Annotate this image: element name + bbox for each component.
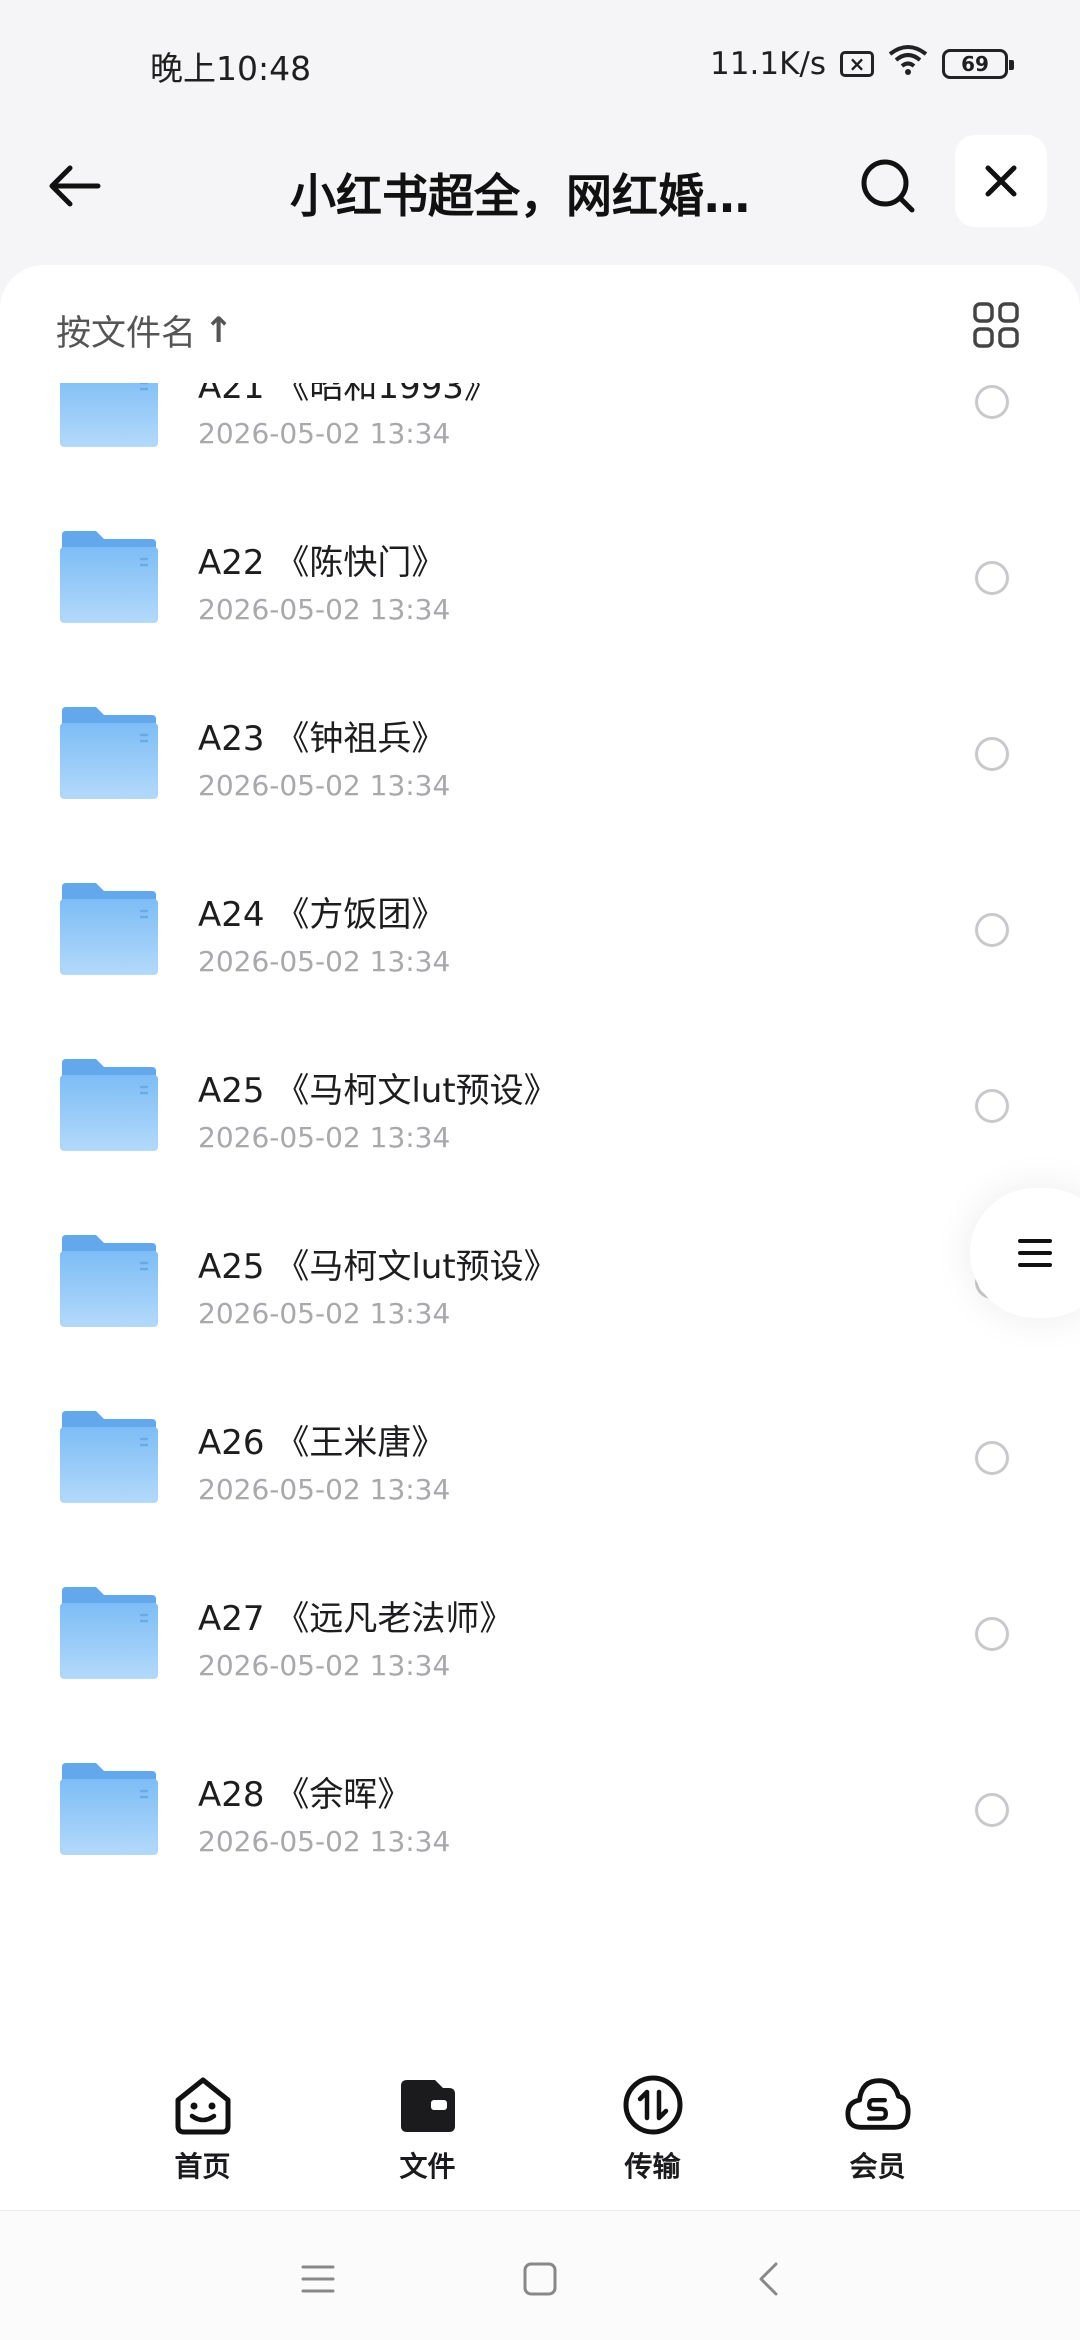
file-date: 2026-05-02 13:34 bbox=[198, 1473, 451, 1506]
sort-label: 按文件名 bbox=[56, 314, 197, 354]
nav-transfer-label: 传输 bbox=[624, 2150, 681, 2183]
file-row[interactable]: A28 《余晖》 2026-05-02 13:34 bbox=[0, 1721, 1080, 1897]
status-time: 晚上10:48 bbox=[150, 49, 312, 88]
folder-icon bbox=[58, 1585, 160, 1679]
back-button[interactable] bbox=[38, 150, 110, 222]
select-radio[interactable] bbox=[975, 1089, 1009, 1123]
search-icon bbox=[861, 159, 915, 213]
nav-vip[interactable]: 会员 bbox=[803, 2071, 953, 2210]
no-sim-icon: × bbox=[840, 51, 874, 77]
wallet-folder-icon bbox=[394, 2071, 462, 2139]
file-date: 2026-05-02 13:34 bbox=[198, 1825, 451, 1858]
select-radio[interactable] bbox=[975, 561, 1009, 595]
status-icons: 11.1K/s × 69 bbox=[710, 44, 1014, 84]
select-radio[interactable] bbox=[975, 1441, 1009, 1475]
folder-icon bbox=[58, 1761, 160, 1855]
battery-icon: 69 bbox=[942, 49, 1014, 79]
folder-icon bbox=[58, 1057, 160, 1151]
file-date: 2026-05-02 13:34 bbox=[198, 1297, 451, 1330]
folder-icon bbox=[58, 1409, 160, 1503]
header: 小红书超全，网红婚礼... bbox=[0, 130, 1080, 270]
menu-lines-icon bbox=[1018, 1239, 1052, 1267]
menu-icon bbox=[301, 2265, 335, 2293]
file-date: 2026-05-02 13:34 bbox=[198, 945, 451, 978]
file-name: A27 《远凡老法师》 bbox=[198, 1599, 514, 1639]
battery-level: 69 bbox=[961, 52, 989, 76]
file-date: 2026-05-02 13:34 bbox=[198, 769, 451, 802]
file-date: 2026-05-02 13:34 bbox=[198, 593, 451, 626]
file-list: 2026-05-02 13:34 A21 《昭和1993》 2026-05-02… bbox=[0, 265, 1080, 1897]
vip-cloud-icon bbox=[844, 2071, 912, 2139]
file-name: A24 《方饭团》 bbox=[198, 895, 446, 935]
file-row[interactable]: A27 《远凡老法师》 2026-05-02 13:34 bbox=[0, 1545, 1080, 1721]
home-button[interactable] bbox=[520, 2259, 560, 2299]
status-bar: 晚上10:48 11.1K/s × 69 bbox=[0, 0, 1080, 130]
file-name: A28 《余晖》 bbox=[198, 1775, 412, 1815]
file-name: A26 《王米唐》 bbox=[198, 1423, 446, 1463]
folder-icon bbox=[58, 1233, 160, 1327]
nav-files[interactable]: 文件 bbox=[353, 2071, 503, 2210]
sort-arrow-icon: ↑ bbox=[204, 310, 234, 351]
sort-bar: 按文件名 ↑ bbox=[0, 265, 1080, 383]
nav-home[interactable]: 首页 bbox=[128, 2071, 278, 2210]
file-row[interactable]: A25 《马柯文lut预设》 2026-05-02 13:34 bbox=[0, 1017, 1080, 1193]
file-row[interactable]: A22 《陈快门》 2026-05-02 13:34 bbox=[0, 489, 1080, 665]
page-title: 小红书超全，网红婚礼... bbox=[290, 169, 770, 223]
sort-button[interactable]: 按文件名 ↑ bbox=[56, 305, 233, 356]
file-name: A25 《马柯文lut预设》 bbox=[198, 1071, 558, 1111]
file-name: A25 《马柯文lut预设》 bbox=[198, 1247, 558, 1287]
file-name: A23 《钟祖兵》 bbox=[198, 719, 446, 759]
grid-view-button[interactable] bbox=[968, 297, 1024, 353]
file-date: 2026-05-02 13:34 bbox=[198, 1649, 451, 1682]
file-date: 2026-05-02 13:34 bbox=[198, 417, 451, 450]
recent-apps-button[interactable] bbox=[298, 2259, 338, 2299]
nav-vip-label: 会员 bbox=[849, 2150, 906, 2183]
select-radio[interactable] bbox=[975, 385, 1009, 419]
select-radio[interactable] bbox=[975, 1793, 1009, 1827]
nav-home-label: 首页 bbox=[174, 2150, 231, 2183]
wifi-icon bbox=[888, 44, 928, 84]
file-date: 2026-05-02 13:34 bbox=[198, 1121, 451, 1154]
close-button[interactable] bbox=[955, 135, 1047, 227]
home-smile-icon bbox=[169, 2071, 237, 2139]
nav-files-label: 文件 bbox=[399, 2150, 456, 2183]
file-sheet: 按文件名 ↑ 2026-05-02 13:34 bbox=[0, 265, 1080, 2055]
close-icon bbox=[985, 165, 1017, 197]
file-row[interactable]: A23 《钟祖兵》 2026-05-02 13:34 bbox=[0, 665, 1080, 841]
select-radio[interactable] bbox=[975, 1617, 1009, 1651]
file-name: A22 《陈快门》 bbox=[198, 543, 446, 583]
file-row[interactable]: A25 《马柯文lut预设》 2026-05-02 13:34 bbox=[0, 1193, 1080, 1369]
chevron-left-icon bbox=[759, 2262, 778, 2296]
file-row[interactable]: A24 《方饭团》 2026-05-02 13:34 bbox=[0, 841, 1080, 1017]
system-back-button[interactable] bbox=[748, 2259, 788, 2299]
square-icon bbox=[523, 2262, 557, 2296]
arrow-left-icon bbox=[49, 165, 101, 207]
system-nav-bar bbox=[0, 2210, 1080, 2340]
nav-transfer[interactable]: 传输 bbox=[578, 2071, 728, 2210]
grid-icon bbox=[973, 302, 1019, 348]
folder-icon bbox=[58, 705, 160, 799]
file-row[interactable]: A26 《王米唐》 2026-05-02 13:34 bbox=[0, 1369, 1080, 1545]
net-speed: 11.1K/s bbox=[710, 46, 826, 82]
folder-icon bbox=[58, 529, 160, 623]
search-button[interactable] bbox=[852, 150, 924, 222]
select-radio[interactable] bbox=[975, 737, 1009, 771]
folder-icon bbox=[58, 881, 160, 975]
bottom-nav: 首页 文件 传输 会员 bbox=[0, 2055, 1080, 2210]
transfer-icon bbox=[619, 2071, 687, 2139]
select-radio[interactable] bbox=[975, 913, 1009, 947]
